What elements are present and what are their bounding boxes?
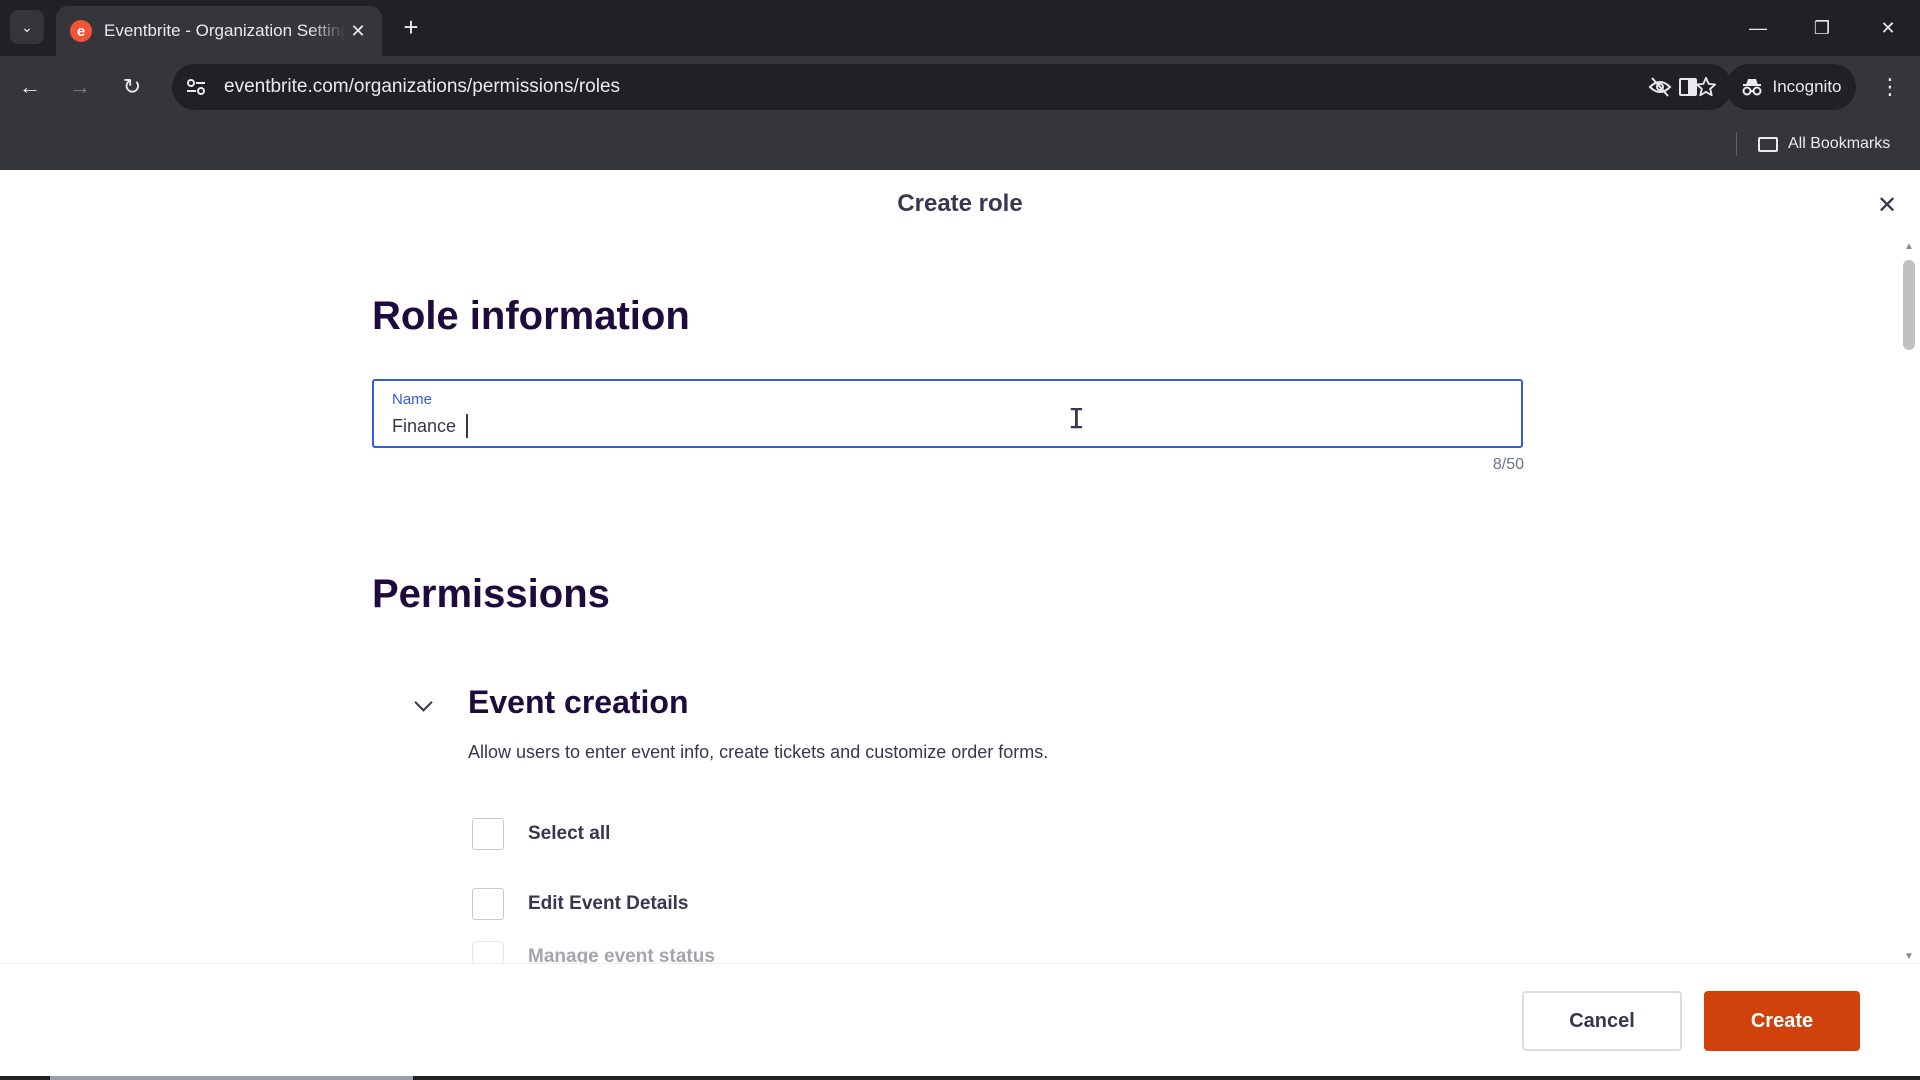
close-window-button[interactable]: ✕ [1866,10,1910,46]
text-caret [466,414,468,438]
folder-icon [1758,136,1778,152]
tab-title: Eventbrite - Organization Settings [104,21,346,40]
tune-icon [187,79,205,95]
side-panel-button[interactable] [1670,69,1706,105]
modal-scrollbar[interactable]: ▲ ▼ [1898,240,1920,962]
bookmarks-divider [1736,132,1737,156]
modal-title: Create role [897,190,1023,217]
role-information-heading: Role information [372,294,690,338]
restore-window-button[interactable]: ❐ [1800,10,1844,46]
name-character-counter: 8/50 [1492,456,1524,473]
reload-button[interactable]: ↻ [114,69,150,105]
eventbrite-favicon-icon: e [70,20,92,42]
browser-menu-icon[interactable]: ⋮ [1872,69,1908,105]
address-bar[interactable]: eventbrite.com/organizations/permissions… [172,64,1732,110]
url-text[interactable]: eventbrite.com/organizations/permissions… [224,76,1640,98]
scrollbar-thumb[interactable] [1903,260,1915,350]
all-bookmarks-label: All Bookmarks [1788,135,1891,152]
incognito-indicator[interactable]: Incognito [1726,64,1856,110]
collapse-chevron-icon[interactable] [408,690,438,720]
permission-label: Edit Event Details [528,893,689,914]
permission-group-description: Allow users to enter event info, create … [468,742,1049,762]
minimize-window-button[interactable]: — [1736,10,1780,46]
permission-row-edit-event-details[interactable]: Edit Event Details [472,888,689,920]
browser-tab-bar: ⌄ e Eventbrite - Organization Settings ✕… [0,0,1920,56]
edit-event-details-checkbox[interactable] [472,888,504,920]
incognito-label: Incognito [1772,77,1842,96]
permission-label: Select all [528,823,611,844]
browser-tab-active[interactable]: e Eventbrite - Organization Settings ✕ [56,6,382,56]
tab-search-button[interactable]: ⌄ [10,10,44,44]
permissions-heading: Permissions [372,572,610,616]
bottom-strip-segment [50,1076,413,1080]
browser-toolbar: ← → ↻ eventbrite.com/organizations/permi… [0,56,1920,118]
incognito-icon [1742,79,1761,96]
modal-header: Create role ✕ [0,170,1920,238]
create-button[interactable]: Create [1704,991,1860,1051]
back-button[interactable]: ← [12,69,48,105]
bookmarks-bar: All Bookmarks [0,118,1920,170]
all-bookmarks-button[interactable]: All Bookmarks [1758,128,1890,160]
side-panel-icon [1679,78,1697,96]
bottom-progress-strip [0,1076,1920,1080]
tab-close-icon[interactable]: ✕ [346,19,370,43]
select-all-checkbox[interactable] [472,818,504,850]
scroll-up-arrow-icon[interactable]: ▲ [1904,240,1914,252]
site-info-icon[interactable] [176,67,216,107]
modal-footer: Cancel Create [0,963,1920,1080]
create-role-modal: Create role ✕ Role information Name I 8/… [0,170,1920,1080]
forward-button[interactable]: → [62,69,98,105]
name-input[interactable] [390,413,1490,439]
permission-row-select-all[interactable]: Select all [472,818,610,850]
name-field[interactable]: Name [372,379,1523,448]
name-field-label: Name [392,391,433,408]
chevron-down-icon: ⌄ [21,18,33,35]
close-modal-icon[interactable]: ✕ [1872,190,1902,220]
cancel-button[interactable]: Cancel [1522,991,1682,1051]
permission-group-title[interactable]: Event creation [468,684,689,721]
scroll-down-arrow-icon[interactable]: ▼ [1904,950,1914,962]
mouse-text-cursor-icon: I [1068,402,1085,435]
new-tab-button[interactable]: + [396,12,426,42]
